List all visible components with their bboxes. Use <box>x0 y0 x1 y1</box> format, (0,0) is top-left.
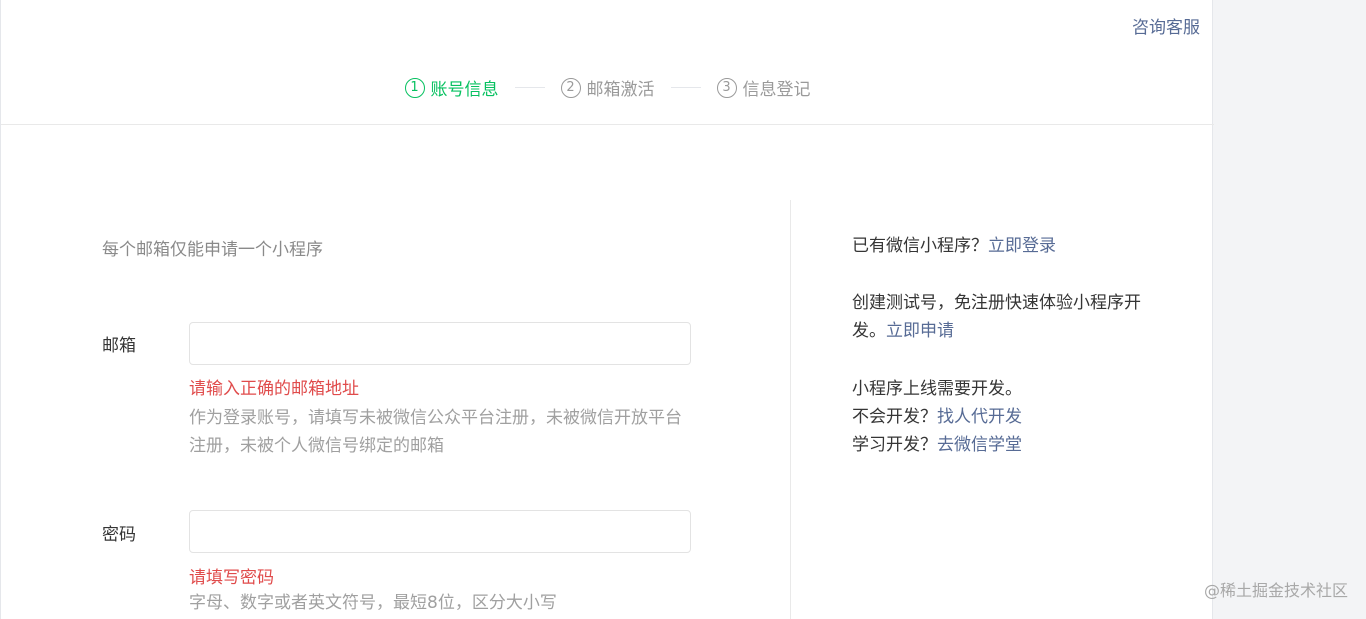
step-info-registration: 3 信息登记 <box>716 75 811 100</box>
existing-app-text: 已有微信小程序？ <box>852 236 988 256</box>
find-developer-link[interactable]: 找人代开发 <box>937 407 1022 427</box>
outsource-prefix: 不会开发？ <box>852 407 937 427</box>
learning-line: 学习开发？去微信学堂 <box>852 431 1162 459</box>
email-label: 邮箱 <box>102 336 136 356</box>
outsource-line: 不会开发？找人代开发 <box>852 403 1162 431</box>
form-panel: 每个邮箱仅能申请一个小程序 邮箱 请输入正确的邮箱地址 作为登录账号，请填写未被… <box>1 200 790 619</box>
login-link[interactable]: 立即登录 <box>988 236 1056 256</box>
header-divider <box>1 124 1214 125</box>
email-input[interactable] <box>189 322 691 365</box>
wechat-academy-link[interactable]: 去微信学堂 <box>937 435 1022 455</box>
email-error: 请输入正确的邮箱地址 <box>189 379 359 399</box>
step-email-activation: 2 邮箱激活 <box>560 75 655 100</box>
step-label: 账号信息 <box>430 80 499 100</box>
existing-app-block: 已有微信小程序？立即登录 <box>852 232 1162 260</box>
step-number-2-icon: 2 <box>560 77 581 98</box>
password-input[interactable] <box>189 510 691 553</box>
progress-steps: 1 账号信息 2 邮箱激活 3 信息登记 <box>1 75 1214 100</box>
step-label: 邮箱激活 <box>586 80 655 100</box>
test-account-block: 创建测试号，免注册快速体验小程序开发。立即申请 <box>852 289 1162 345</box>
apply-now-link[interactable]: 立即申请 <box>886 321 954 341</box>
step-number-1-icon: 1 <box>404 77 425 98</box>
password-hint: 字母、数字或者英文符号，最短8位，区分大小写 <box>189 593 557 613</box>
learning-prefix: 学习开发？ <box>852 435 937 455</box>
development-block: 小程序上线需要开发。 不会开发？找人代开发 学习开发？去微信学堂 <box>852 375 1162 459</box>
panel-divider <box>790 200 791 619</box>
development-text: 小程序上线需要开发。 <box>852 379 1022 399</box>
customer-service-link[interactable]: 咨询客服 <box>1132 13 1200 38</box>
email-hint: 作为登录账号，请填写未被微信公众平台注册，未被微信开放平台注册，未被个人微信号绑… <box>189 408 682 456</box>
password-error: 请填写密码 <box>189 568 274 588</box>
step-account-info: 1 账号信息 <box>404 75 499 100</box>
page: 咨询客服 1 账号信息 2 邮箱激活 3 信息登记 每个邮箱仅能申请一个小程序 … <box>0 0 1366 619</box>
form-notice: 每个邮箱仅能申请一个小程序 <box>102 240 323 260</box>
step-connector <box>514 87 545 88</box>
step-connector <box>670 87 701 88</box>
step-number-3-icon: 3 <box>716 77 737 98</box>
registration-card: 咨询客服 1 账号信息 2 邮箱激活 3 信息登记 每个邮箱仅能申请一个小程序 … <box>0 0 1214 619</box>
password-label: 密码 <box>102 525 136 545</box>
source-watermark: @稀土掘金技术社区 <box>1203 581 1348 600</box>
step-label: 信息登记 <box>742 80 811 100</box>
